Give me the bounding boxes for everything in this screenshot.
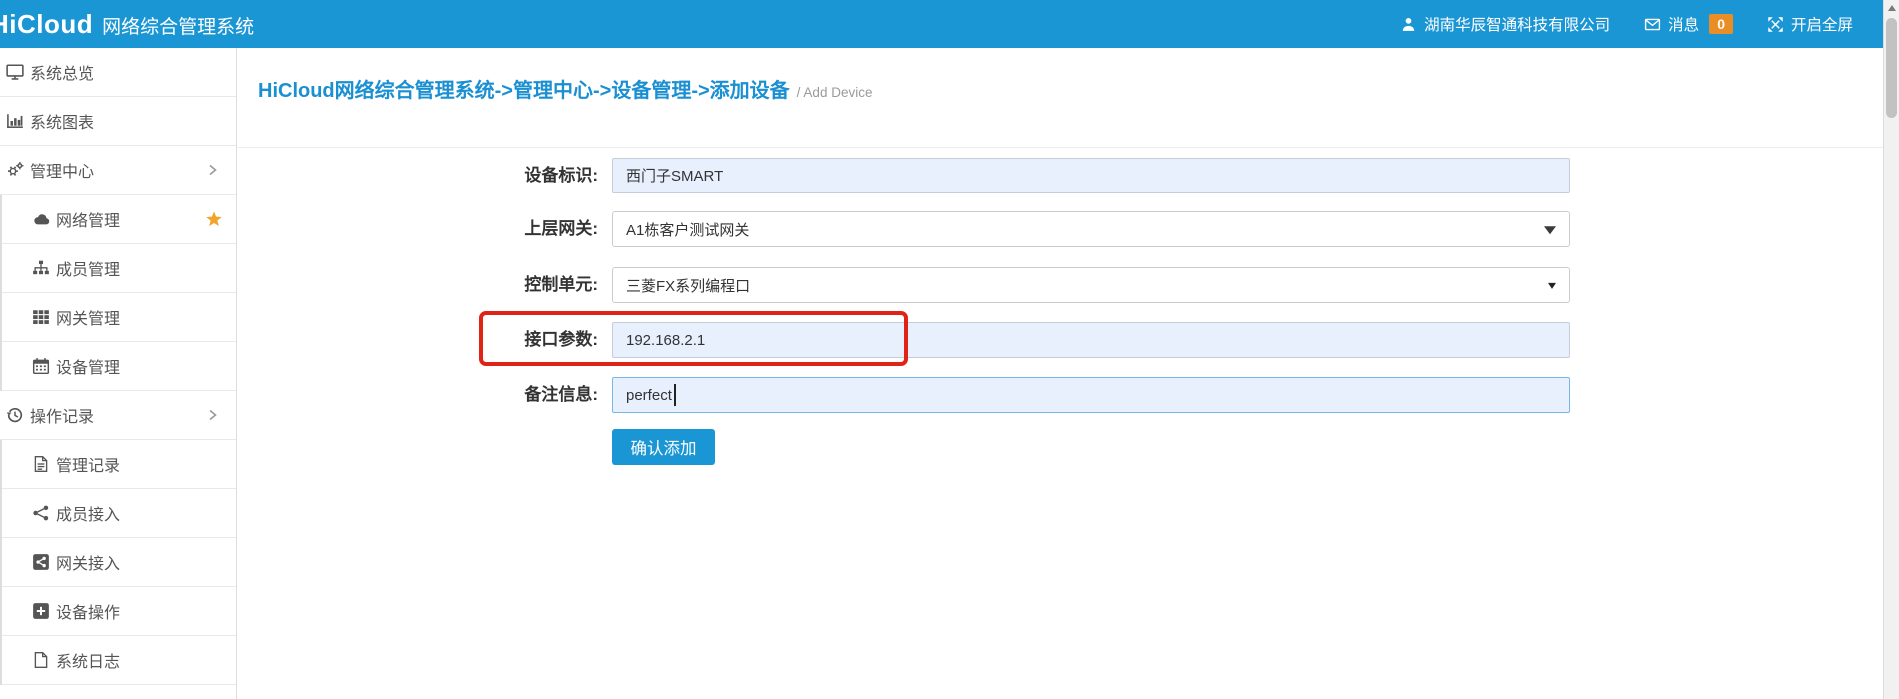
- scrollbar-thumb[interactable]: [1886, 18, 1897, 118]
- messages-label: 消息: [1668, 13, 1699, 35]
- sidebar-item-label: 系统总览: [30, 60, 94, 84]
- sidebar-item-label: 操作记录: [30, 403, 94, 427]
- top-header-bar: HiCloud 网络综合管理系统 湖南华辰智通科技有限公司 消息 0 开启全屏: [0, 0, 1899, 48]
- upper-gateway-label: 上层网关:: [370, 211, 598, 247]
- remarks-label: 备注信息:: [370, 377, 598, 413]
- sidebar-item-gateway-access[interactable]: 网关接入: [2, 538, 236, 587]
- breadcrumb-suffix: / Add Device: [797, 85, 873, 100]
- interface-params-label: 接口参数:: [370, 322, 598, 358]
- sidebar-item-label: 成员接入: [56, 501, 120, 525]
- logo-product: 网络综合管理系统: [102, 12, 254, 39]
- caret-down-icon: [1548, 283, 1556, 289]
- sidebar-item-network-mgmt[interactable]: 网络管理: [2, 195, 236, 244]
- sidebar-item-label: 网关接入: [56, 550, 120, 574]
- monitor-icon: [6, 63, 24, 81]
- sidebar-item-device-mgmt[interactable]: 设备管理: [2, 342, 236, 391]
- sidebar-item-admin-records[interactable]: 管理记录: [2, 440, 236, 489]
- sidebar-item-label: 设备操作: [56, 599, 120, 623]
- fullscreen-label: 开启全屏: [1791, 13, 1853, 35]
- expand-icon: [1767, 16, 1784, 33]
- breadcrumb-path[interactable]: HiCloud网络综合管理系统->管理中心->设备管理->添加设备: [258, 74, 790, 103]
- vertical-scrollbar: [1883, 0, 1899, 699]
- operation-records-submenu: 管理记录 成员接入 网关接入 设备操作 系统日志: [0, 440, 236, 685]
- device-id-input[interactable]: [612, 158, 1570, 193]
- messages-count-badge: 0: [1709, 14, 1733, 34]
- envelope-icon: [1644, 16, 1661, 33]
- admin-center-submenu: 网络管理 成员管理 网关管理 设备管理: [0, 195, 236, 391]
- device-id-label: 设备标识:: [370, 158, 598, 193]
- chevron-right-icon: [207, 408, 219, 422]
- sidebar-item-label: 网络管理: [56, 207, 120, 231]
- sidebar-item-label: 网关管理: [56, 305, 120, 329]
- gears-icon: [6, 161, 24, 179]
- sidebar-item-label: 系统图表: [30, 109, 94, 133]
- share-square-icon: [32, 553, 50, 571]
- file-icon: [32, 651, 50, 669]
- sidebar-item-system-logs[interactable]: 系统日志: [2, 636, 236, 685]
- company-account[interactable]: 湖南华辰智通科技有限公司: [1400, 13, 1610, 35]
- calendar-icon: [32, 357, 50, 375]
- sitemap-icon: [32, 259, 50, 277]
- caret-down-icon: [1544, 226, 1556, 234]
- sidebar-item-label: 设备管理: [56, 354, 120, 378]
- sidebar-item-member-access[interactable]: 成员接入: [2, 489, 236, 538]
- bar-chart-icon: [6, 112, 24, 130]
- sidebar-item-label: 成员管理: [56, 256, 120, 280]
- control-unit-value: 三菱FX系列编程口: [626, 275, 750, 296]
- sidebar-nav: 系统总览 系统图表 管理中心 网络管理 成员管理: [0, 48, 237, 699]
- sidebar-item-system-charts[interactable]: 系统图表: [0, 97, 236, 146]
- company-name: 湖南华辰智通科技有限公司: [1424, 13, 1610, 35]
- sidebar-item-member-mgmt[interactable]: 成员管理: [2, 244, 236, 293]
- sidebar-item-device-operations[interactable]: 设备操作: [2, 587, 236, 636]
- remarks-input[interactable]: [612, 377, 1570, 413]
- upper-gateway-select[interactable]: A1栋客户测试网关: [612, 211, 1570, 247]
- sidebar-item-gateway-mgmt[interactable]: 网关管理: [2, 293, 236, 342]
- sidebar-item-system-overview[interactable]: 系统总览: [0, 48, 236, 97]
- breadcrumb: HiCloud网络综合管理系统->管理中心->设备管理->添加设备 / Add …: [238, 48, 1883, 148]
- file-text-icon: [32, 455, 50, 473]
- grid-icon: [32, 308, 50, 326]
- messages-button[interactable]: 消息 0: [1644, 13, 1733, 35]
- sidebar-item-label: 管理记录: [56, 452, 120, 476]
- sidebar-item-operation-records[interactable]: 操作记录: [0, 391, 236, 440]
- logo-brand: HiCloud: [0, 9, 93, 40]
- fullscreen-button[interactable]: 开启全屏: [1767, 13, 1853, 35]
- history-icon: [6, 406, 24, 424]
- plus-square-icon: [32, 602, 50, 620]
- cloud-icon: [32, 210, 50, 228]
- control-unit-select[interactable]: 三菱FX系列编程口: [612, 267, 1570, 303]
- star-icon: [205, 210, 223, 228]
- sidebar-item-label: 系统日志: [56, 648, 120, 672]
- main-content: HiCloud网络综合管理系统->管理中心->设备管理->添加设备 / Add …: [238, 48, 1883, 699]
- user-icon: [1400, 16, 1417, 33]
- scrollbar-up-arrow[interactable]: [1888, 5, 1896, 11]
- upper-gateway-value: A1栋客户测试网关: [626, 219, 749, 240]
- chevron-right-icon: [207, 163, 219, 177]
- text-cursor: [674, 384, 676, 406]
- sidebar-item-label: 管理中心: [30, 158, 94, 182]
- confirm-add-button[interactable]: 确认添加: [612, 429, 715, 465]
- control-unit-label: 控制单元:: [370, 267, 598, 303]
- share-icon: [32, 504, 50, 522]
- app-logo: HiCloud 网络综合管理系统: [0, 9, 254, 40]
- interface-params-input[interactable]: [612, 322, 1570, 358]
- sidebar-item-admin-center[interactable]: 管理中心: [0, 146, 236, 195]
